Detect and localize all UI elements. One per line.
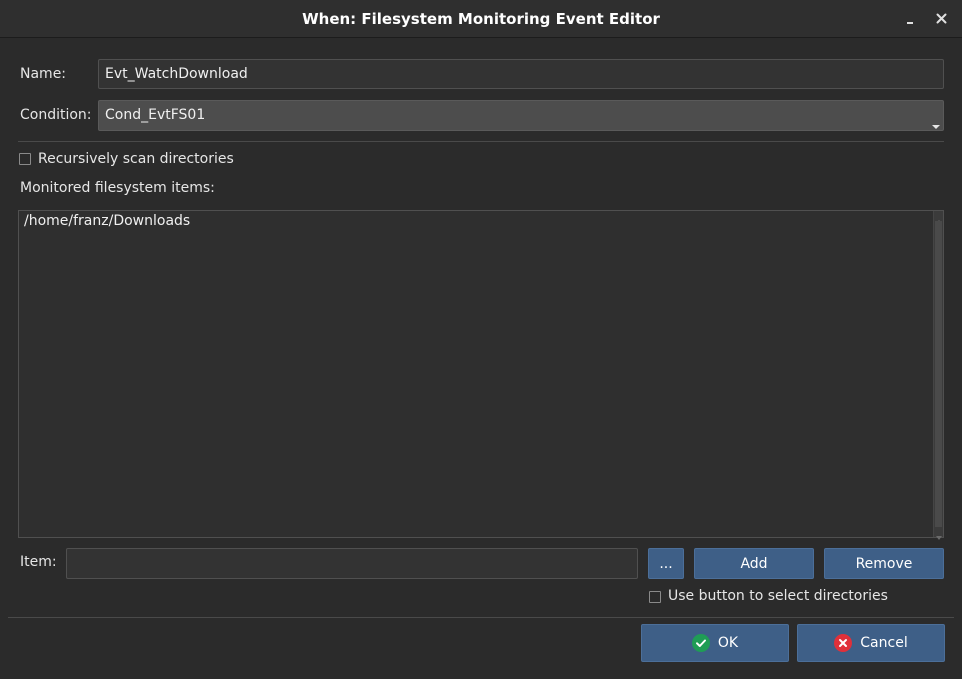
remove-button-label: Remove — [855, 556, 913, 572]
browse-button[interactable]: ... — [648, 548, 684, 579]
use-button-checkbox[interactable] — [649, 591, 661, 603]
condition-label: Condition: — [20, 107, 92, 123]
scroll-thumb[interactable] — [935, 221, 942, 527]
name-field[interactable] — [98, 59, 944, 89]
minimize-icon[interactable] — [900, 9, 920, 29]
scroll-down-icon[interactable] — [935, 529, 943, 540]
add-button[interactable]: Add — [694, 548, 814, 579]
add-button-label: Add — [740, 556, 768, 572]
condition-value: Cond_EvtFS01 — [105, 107, 206, 123]
cancel-button[interactable]: Cancel — [797, 624, 945, 662]
name-label: Name: — [20, 66, 67, 82]
use-button-label: Use button to select directories — [668, 588, 888, 604]
ok-button-label: OK — [717, 635, 739, 651]
browse-button-label: ... — [659, 556, 673, 572]
monitored-items-list[interactable]: /home/franz/Downloads — [18, 210, 944, 540]
cancel-button-label: Cancel — [860, 635, 908, 651]
item-label: Item: — [20, 554, 57, 570]
scroll-up-icon[interactable] — [935, 213, 943, 224]
ok-button[interactable]: OK — [641, 624, 789, 662]
scrollbar[interactable] — [933, 211, 943, 540]
footer-separator — [8, 617, 954, 618]
item-field[interactable] — [66, 548, 638, 579]
recursive-label: Recursively scan directories — [38, 151, 234, 167]
title-bar: When: Filesystem Monitoring Event Editor — [0, 0, 962, 38]
close-icon[interactable] — [932, 9, 952, 29]
chevron-down-icon — [932, 119, 940, 129]
cancel-icon — [834, 634, 853, 652]
window-title: When: Filesystem Monitoring Event Editor — [302, 10, 660, 28]
check-icon — [691, 634, 710, 652]
list-item[interactable]: /home/franz/Downloads — [24, 213, 190, 229]
recursive-checkbox[interactable] — [19, 153, 31, 165]
condition-dropdown[interactable]: Cond_EvtFS01 — [98, 100, 944, 131]
monitored-items-label: Monitored filesystem items: — [20, 180, 215, 196]
remove-button[interactable]: Remove — [824, 548, 944, 579]
separator — [18, 141, 944, 142]
